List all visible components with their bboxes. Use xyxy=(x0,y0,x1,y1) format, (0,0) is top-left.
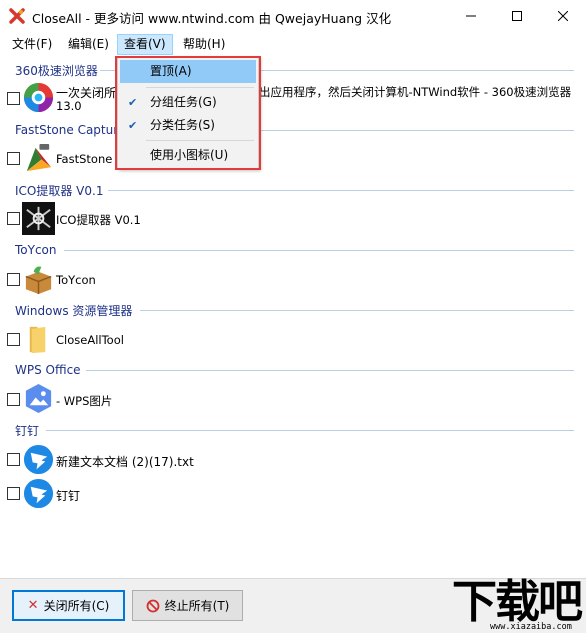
task-checkbox[interactable] xyxy=(7,393,20,406)
dingtalk-icon xyxy=(23,478,54,509)
task-row[interactable]: 一次关闭所 出应用程序，然后关闭计算机-NTWind软件 - 360极速浏览器 … xyxy=(0,81,586,115)
task-title: CloseAllTool xyxy=(56,333,124,347)
menu-bar: 文件(F) 编辑(E) 查看(V) 帮助(H) xyxy=(0,33,586,55)
watermark-url: www.xiazaiba.com xyxy=(490,622,572,632)
task-checkbox[interactable] xyxy=(7,333,20,346)
toycon-box-icon xyxy=(25,266,52,295)
folder-icon xyxy=(29,326,46,354)
task-row[interactable]: - WPS图片 xyxy=(0,382,586,416)
task-row[interactable]: 钉钉 xyxy=(0,476,586,510)
menu-view[interactable]: 查看(V) xyxy=(117,34,173,55)
task-title: ICO提取器 V0.1 xyxy=(56,213,141,227)
menu-file[interactable]: 文件(F) xyxy=(6,34,58,55)
task-checkbox[interactable] xyxy=(7,212,20,225)
maximize-icon xyxy=(512,10,522,21)
annotation-highlight-box xyxy=(115,56,261,170)
kill-all-button[interactable]: 终止所有(T) xyxy=(132,590,243,621)
task-title-line2: 13.0 xyxy=(56,99,82,113)
menu-help[interactable]: 帮助(H) xyxy=(177,34,231,55)
task-list: 360极速浏览器 一次关闭所 出应用程序，然后关闭计算机-NTWind软件 - … xyxy=(0,57,586,577)
minimize-icon xyxy=(466,15,476,16)
task-checkbox[interactable] xyxy=(7,453,20,466)
group-header-windows-explorer: Windows 资源管理器 xyxy=(15,303,133,318)
group-header-dingtalk: 钉钉 xyxy=(15,423,40,438)
task-checkbox[interactable] xyxy=(7,92,20,105)
360-browser-icon xyxy=(23,82,54,113)
task-checkbox[interactable] xyxy=(7,273,20,286)
task-row[interactable]: CloseAllTool xyxy=(0,322,586,356)
task-row[interactable]: ICO提取器 V0.1 xyxy=(0,201,586,235)
prohibited-icon xyxy=(146,599,160,612)
group-header-wps-office: WPS Office xyxy=(15,363,81,377)
task-row[interactable]: FastStone C xyxy=(0,141,586,175)
group-divider xyxy=(86,370,574,371)
task-title: - WPS图片 xyxy=(56,394,113,408)
group-header-toycon: ToYcon xyxy=(15,243,57,257)
faststone-capture-icon xyxy=(26,143,52,172)
close-all-button[interactable]: ✕ 关闭所有(C) xyxy=(12,590,125,621)
closeall-app-icon xyxy=(9,8,25,24)
window-title: CloseAll - 更多访问 www.ntwind.com 由 QwejayH… xyxy=(32,11,392,26)
task-row[interactable]: 新建文本文档 (2)(17).txt xyxy=(0,442,586,476)
watermark-logo-text: 下载吧 xyxy=(452,575,583,628)
group-header-360-browser: 360极速浏览器 xyxy=(15,63,98,78)
close-window-button[interactable] xyxy=(540,0,586,31)
group-divider xyxy=(46,430,574,431)
title-bar: CloseAll - 更多访问 www.ntwind.com 由 QwejayH… xyxy=(0,0,586,31)
group-header-ico-extractor: ICO提取器 V0.1 xyxy=(15,183,104,198)
close-all-label: 关闭所有(C) xyxy=(43,599,110,613)
ico-extractor-icon xyxy=(22,202,55,235)
close-icon xyxy=(558,10,568,21)
menu-edit[interactable]: 编辑(E) xyxy=(62,34,115,55)
task-title-continued: 出应用程序，然后关闭计算机-NTWind软件 - 360极速浏览器 xyxy=(259,85,572,99)
group-header-faststone: FastStone Captur xyxy=(15,123,119,137)
site-watermark: 下载吧 www.xiazaiba.com xyxy=(448,578,586,633)
task-row[interactable]: ToYcon xyxy=(0,262,586,296)
dingtalk-icon xyxy=(23,444,54,475)
group-divider xyxy=(140,310,574,311)
task-title: 钉钉 xyxy=(56,489,81,503)
task-title: 新建文本文档 (2)(17).txt xyxy=(56,455,194,469)
wps-picture-icon xyxy=(25,383,52,414)
task-title: FastStone C xyxy=(56,152,125,166)
maximize-button[interactable] xyxy=(494,0,540,31)
red-x-icon: ✕ xyxy=(27,598,39,613)
kill-all-label: 终止所有(T) xyxy=(164,599,230,613)
task-title: ToYcon xyxy=(56,273,96,287)
task-checkbox[interactable] xyxy=(7,487,20,500)
task-checkbox[interactable] xyxy=(7,152,20,165)
group-divider xyxy=(64,250,574,251)
minimize-button[interactable] xyxy=(448,0,494,31)
group-divider xyxy=(108,190,574,191)
